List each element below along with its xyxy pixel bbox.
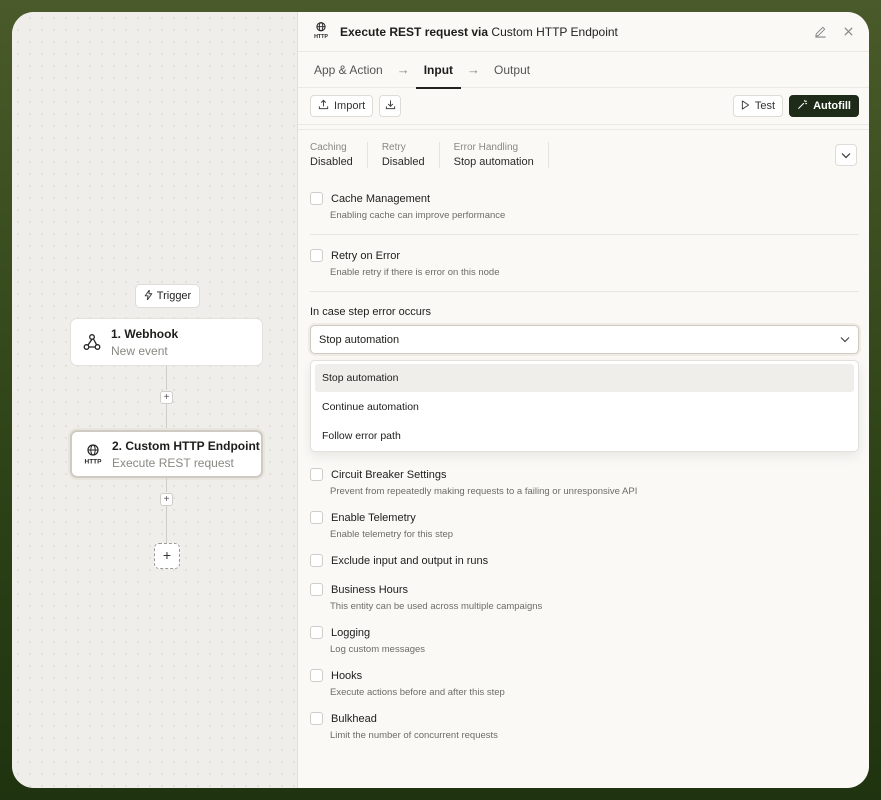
play-icon: [741, 99, 750, 113]
close-icon[interactable]: [839, 23, 857, 41]
connector-line: [166, 506, 167, 543]
summary-error-handling: Error Handling Stop automation: [454, 141, 549, 168]
node-webhook[interactable]: 1. Webhook New event: [70, 318, 263, 366]
svg-text:HTTP: HTTP: [85, 459, 103, 466]
settings-summary: Caching Disabled Retry Disabled Error Ha…: [298, 129, 869, 179]
node-title: 2. Custom HTTP Endpoint: [112, 438, 260, 453]
checkbox[interactable]: [310, 669, 323, 682]
checkbox[interactable]: [310, 583, 323, 596]
dropdown-option-follow-error-path[interactable]: Follow error path: [315, 422, 854, 450]
connector-line: [166, 404, 167, 430]
panel-toolbar: Import Test Autofill: [298, 88, 869, 125]
checkbox[interactable]: [310, 511, 323, 524]
tab-input[interactable]: Input: [415, 52, 462, 89]
chevron-down-icon: [841, 148, 851, 162]
node-custom-http-endpoint[interactable]: HTTP 2. Custom HTTP Endpoint Execute RES…: [70, 430, 263, 478]
divider: [310, 234, 859, 235]
summary-caching: Caching Disabled: [310, 141, 368, 168]
checkbox[interactable]: [310, 626, 323, 639]
download-icon: [385, 99, 396, 113]
option-hooks[interactable]: Hooks Execute actions before and after t…: [310, 669, 859, 698]
connector-line: [166, 478, 167, 492]
svg-text:HTTP: HTTP: [314, 34, 328, 39]
option-retry-on-error[interactable]: Retry on Error Enable retry if there is …: [310, 249, 859, 278]
arrow-right-icon: →: [467, 62, 481, 77]
step-config-panel: HTTP Execute REST request via Custom HTT…: [297, 12, 869, 788]
add-node-button[interactable]: +: [154, 543, 180, 569]
node-subtitle: Execute REST request: [112, 455, 234, 470]
summary-retry: Retry Disabled: [382, 141, 440, 168]
checkbox[interactable]: [310, 192, 323, 205]
webhook-icon: [81, 331, 103, 353]
import-button[interactable]: Import: [310, 95, 374, 117]
panel-header: HTTP Execute REST request via Custom HTT…: [298, 12, 869, 52]
trigger-label: Trigger: [156, 290, 192, 302]
option-logging[interactable]: Logging Log custom messages: [310, 626, 859, 655]
checkbox[interactable]: [310, 468, 323, 481]
edit-icon[interactable]: [811, 23, 829, 41]
add-step-button[interactable]: +: [160, 493, 173, 506]
arrow-right-icon: →: [396, 62, 410, 77]
node-title: 1. Webhook: [111, 326, 179, 341]
option-cache-management[interactable]: Cache Management Enabling cache can impr…: [310, 192, 859, 221]
add-step-button[interactable]: +: [160, 391, 173, 404]
lightning-icon: [144, 289, 153, 303]
option-bulkhead[interactable]: Bulkhead Limit the number of concurrent …: [310, 712, 859, 741]
dropdown-option-stop-automation[interactable]: Stop automation: [315, 364, 854, 392]
checkbox[interactable]: [310, 554, 323, 567]
dropdown-option-continue-automation[interactable]: Continue automation: [315, 393, 854, 421]
collapse-settings-button[interactable]: [835, 143, 857, 166]
upload-icon: [318, 99, 329, 113]
test-button[interactable]: Test: [732, 95, 784, 117]
http-globe-icon: HTTP: [82, 443, 104, 465]
download-button[interactable]: [379, 95, 402, 117]
http-globe-icon: HTTP: [312, 21, 330, 42]
option-exclude-input-output[interactable]: Exclude input and output in runs: [310, 554, 859, 567]
error-handling-label: In case step error occurs: [310, 306, 432, 318]
app-window: Trigger 1. Webhook New event + HTTP 2. C…: [12, 12, 869, 788]
step-tabs: App & Action → Input → Output: [298, 52, 869, 89]
tab-app-action[interactable]: App & Action: [314, 52, 383, 88]
connector-line: [166, 366, 167, 390]
checkbox[interactable]: [310, 712, 323, 725]
trigger-badge[interactable]: Trigger: [135, 284, 200, 308]
option-business-hours[interactable]: Business Hours This entity can be used a…: [310, 583, 859, 612]
option-enable-telemetry[interactable]: Enable Telemetry Enable telemetry for th…: [310, 511, 859, 540]
panel-title: Execute REST request via Custom HTTP End…: [340, 24, 618, 39]
chevron-down-icon: [840, 334, 850, 346]
checkbox[interactable]: [310, 249, 323, 262]
workflow-canvas[interactable]: Trigger 1. Webhook New event + HTTP 2. C…: [12, 12, 297, 788]
error-handling-dropdown: Stop automation Continue automation Foll…: [310, 360, 859, 452]
divider: [310, 291, 859, 292]
tab-output[interactable]: Output: [494, 52, 530, 88]
option-circuit-breaker[interactable]: Circuit Breaker Settings Prevent from re…: [310, 468, 859, 497]
error-handling-select[interactable]: Stop automation: [310, 325, 859, 354]
autofill-button[interactable]: Autofill: [789, 95, 859, 117]
magic-wand-icon: [797, 99, 808, 113]
node-subtitle: New event: [111, 343, 168, 358]
